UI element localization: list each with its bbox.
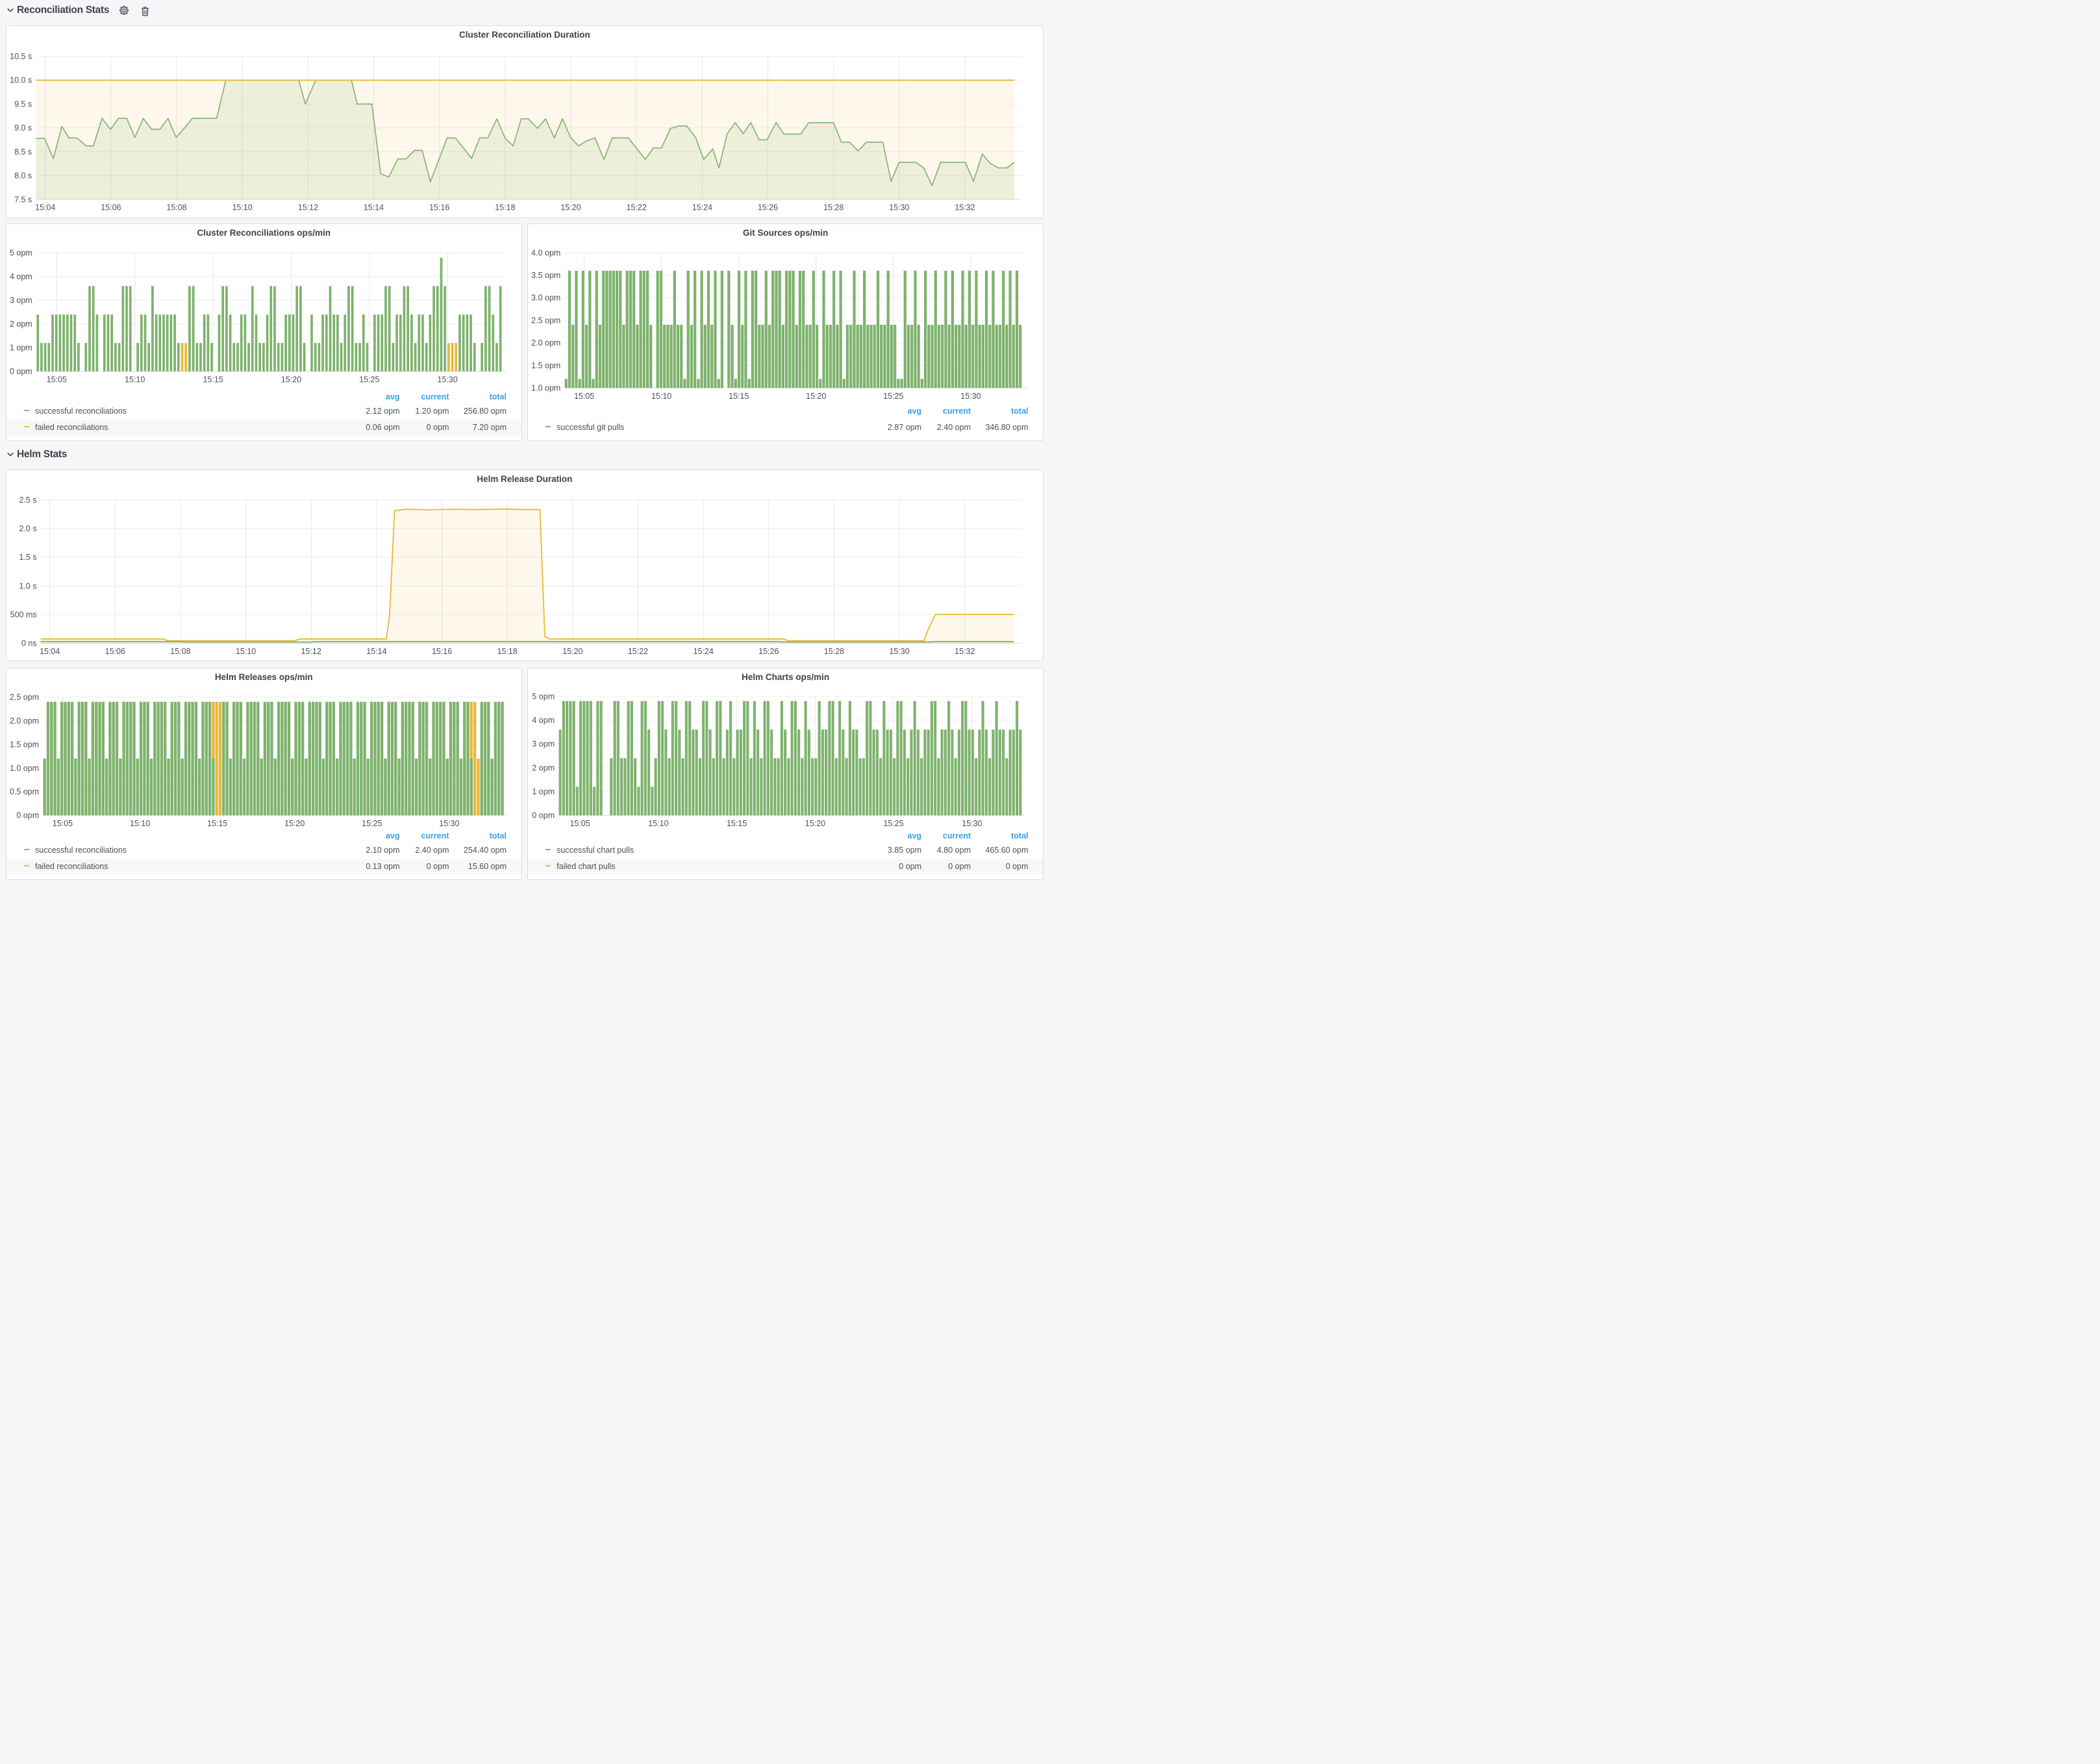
svg-text:10.5 s: 10.5 s [10,52,32,61]
svg-text:15:04: 15:04 [35,203,55,212]
svg-text:7.5 s: 7.5 s [14,195,32,204]
svg-text:15:30: 15:30 [889,647,909,656]
svg-text:1.0 s: 1.0 s [19,582,36,591]
svg-text:1.0 opm: 1.0 opm [531,384,560,393]
svg-text:0 opm: 0 opm [10,367,32,376]
svg-text:9.5 s: 9.5 s [14,100,32,109]
svg-text:3.0 opm: 3.0 opm [531,294,560,303]
svg-text:15:30: 15:30 [962,819,982,828]
svg-text:15:30: 15:30 [889,203,909,212]
svg-text:15:05: 15:05 [47,375,67,384]
svg-text:15:25: 15:25 [883,392,903,401]
svg-text:0 opm: 0 opm [532,811,555,820]
svg-text:15:20: 15:20 [560,203,581,212]
svg-text:15:12: 15:12 [298,203,318,212]
svg-text:5 opm: 5 opm [10,249,32,258]
svg-text:15:10: 15:10 [232,203,252,212]
svg-text:8.5 s: 8.5 s [14,147,32,157]
svg-text:15:14: 15:14 [366,647,386,656]
svg-text:15:24: 15:24 [692,203,712,212]
svg-text:15:14: 15:14 [364,203,384,212]
svg-text:15:30: 15:30 [439,819,459,828]
svg-text:1.5 opm: 1.5 opm [531,361,560,370]
svg-text:15:26: 15:26 [758,647,779,656]
svg-text:15:25: 15:25 [884,819,904,828]
svg-text:3.5 opm: 3.5 opm [531,271,560,280]
svg-text:15:25: 15:25 [362,819,382,828]
svg-text:15:28: 15:28 [824,647,844,656]
svg-text:15:20: 15:20 [281,375,301,384]
svg-text:2 opm: 2 opm [532,764,555,773]
svg-text:15:30: 15:30 [961,392,981,401]
svg-text:15:20: 15:20 [562,647,582,656]
svg-text:15:15: 15:15 [729,392,749,401]
svg-text:15:16: 15:16 [432,647,452,656]
svg-text:2 opm: 2 opm [10,320,32,329]
svg-text:3 opm: 3 opm [10,296,32,305]
svg-text:15:32: 15:32 [955,647,975,656]
svg-text:15:10: 15:10 [236,647,256,656]
svg-text:15:20: 15:20 [284,819,305,828]
svg-text:15:06: 15:06 [105,647,125,656]
svg-text:2.0 opm: 2.0 opm [10,716,39,725]
svg-text:2.5 s: 2.5 s [19,496,36,505]
svg-text:15:20: 15:20 [806,392,826,401]
svg-text:4.0 opm: 4.0 opm [531,248,560,257]
svg-text:10.0 s: 10.0 s [10,76,32,85]
svg-text:15:20: 15:20 [805,819,825,828]
svg-text:15:18: 15:18 [495,203,515,212]
svg-text:5 opm: 5 opm [532,692,555,701]
svg-text:15:10: 15:10 [125,375,145,384]
svg-text:15:24: 15:24 [693,647,713,656]
svg-text:15:22: 15:22 [626,203,646,212]
svg-text:1.5 s: 1.5 s [19,553,36,562]
svg-text:0 ns: 0 ns [21,639,37,648]
svg-text:15:18: 15:18 [497,647,517,656]
svg-text:15:30: 15:30 [438,375,458,384]
svg-text:4 opm: 4 opm [10,272,32,281]
svg-text:15:10: 15:10 [130,819,150,828]
svg-text:500 ms: 500 ms [10,611,36,620]
svg-text:1.0 opm: 1.0 opm [10,764,39,773]
svg-text:0.5 opm: 0.5 opm [10,788,39,797]
svg-text:15:28: 15:28 [823,203,844,212]
svg-text:3 opm: 3 opm [532,740,555,749]
svg-text:1 opm: 1 opm [10,344,32,353]
svg-text:2.0 s: 2.0 s [19,524,36,533]
svg-text:4 opm: 4 opm [532,716,555,725]
svg-text:15:15: 15:15 [203,375,223,384]
svg-text:15:05: 15:05 [53,819,73,828]
svg-text:1 opm: 1 opm [532,787,555,796]
svg-text:15:05: 15:05 [570,819,590,828]
svg-text:15:05: 15:05 [574,392,594,401]
svg-text:15:08: 15:08 [170,647,190,656]
svg-text:15:15: 15:15 [207,819,227,828]
svg-text:2.0 opm: 2.0 opm [531,338,560,347]
svg-text:15:22: 15:22 [628,647,648,656]
svg-text:15:16: 15:16 [429,203,449,212]
svg-text:8.0 s: 8.0 s [14,171,32,181]
svg-text:15:26: 15:26 [758,203,778,212]
svg-text:15:32: 15:32 [955,203,975,212]
svg-text:9.0 s: 9.0 s [14,123,32,132]
svg-text:15:10: 15:10 [649,819,669,828]
svg-text:2.5 opm: 2.5 opm [10,693,39,702]
svg-text:15:12: 15:12 [301,647,321,656]
svg-text:15:04: 15:04 [40,647,60,656]
svg-text:1.5 opm: 1.5 opm [10,740,39,750]
svg-text:15:15: 15:15 [727,819,747,828]
svg-text:15:06: 15:06 [101,203,121,212]
svg-text:2.5 opm: 2.5 opm [531,316,560,325]
svg-text:15:08: 15:08 [166,203,186,212]
svg-text:15:25: 15:25 [359,375,379,384]
svg-text:15:10: 15:10 [651,392,671,401]
svg-text:0 opm: 0 opm [16,811,39,820]
